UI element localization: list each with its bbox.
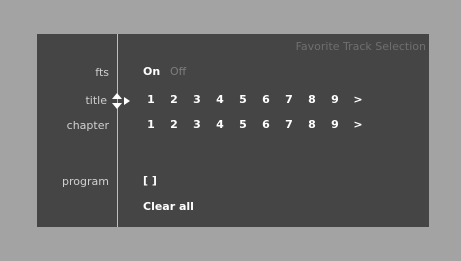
chapter-label: chapter <box>66 119 109 132</box>
chapter-next-page-arrow[interactable]: > <box>352 118 364 131</box>
title-number-7[interactable]: 7 <box>283 93 295 106</box>
fts-off-option[interactable]: Off <box>170 65 186 78</box>
screen-title: Favorite Track Selection <box>295 40 426 53</box>
screen: Favorite Track Selection fts title chapt… <box>0 0 461 261</box>
fts-panel: Favorite Track Selection fts title chapt… <box>37 34 429 227</box>
chapter-number-6[interactable]: 6 <box>260 118 272 131</box>
chapter-number-9[interactable]: 9 <box>329 118 341 131</box>
title-number-8[interactable]: 8 <box>306 93 318 106</box>
chapter-number-2[interactable]: 2 <box>168 118 180 131</box>
title-number-1[interactable]: 1 <box>145 93 157 106</box>
chapter-number-7[interactable]: 7 <box>283 118 295 131</box>
chapter-number-1[interactable]: 1 <box>145 118 157 131</box>
fts-label: fts <box>95 66 109 79</box>
up-down-arrow-icon[interactable] <box>112 93 122 109</box>
title-label: title <box>85 94 107 107</box>
chapter-number-3[interactable]: 3 <box>191 118 203 131</box>
title-number-3[interactable]: 3 <box>191 93 203 106</box>
chapter-number-8[interactable]: 8 <box>306 118 318 131</box>
title-number-4[interactable]: 4 <box>214 93 226 106</box>
title-number-5[interactable]: 5 <box>237 93 249 106</box>
clear-all-button[interactable]: Clear all <box>143 200 194 213</box>
title-number-6[interactable]: 6 <box>260 93 272 106</box>
title-next-page-arrow[interactable]: > <box>352 93 364 106</box>
chapter-number-5[interactable]: 5 <box>237 118 249 131</box>
program-label: program <box>62 175 109 188</box>
chapter-number-4[interactable]: 4 <box>214 118 226 131</box>
right-arrow-icon <box>124 97 130 105</box>
program-list[interactable]: [ ] <box>143 174 157 187</box>
title-number-9[interactable]: 9 <box>329 93 341 106</box>
vertical-divider <box>117 34 118 227</box>
title-number-2[interactable]: 2 <box>168 93 180 106</box>
fts-on-option[interactable]: On <box>143 65 160 78</box>
